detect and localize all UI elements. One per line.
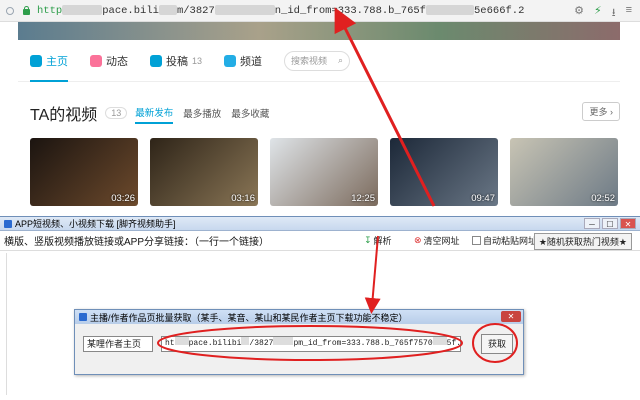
video-duration: 02:52 xyxy=(591,193,615,204)
download-icon[interactable]: ⭳ xyxy=(612,4,616,23)
parse-button[interactable]: ↧ 解析 xyxy=(364,234,392,247)
maximize-button[interactable]: ☐ xyxy=(602,218,618,229)
tab-most-favorited[interactable]: 最多收藏 xyxy=(231,102,269,124)
source-select[interactable]: 某哩作者主页 xyxy=(83,336,153,352)
upload-icon xyxy=(150,54,162,67)
dialog-titlebar[interactable]: 主播/作者作品页批量获取（某手、某音、某山和某民作者主页下载功能不稳定） xyxy=(75,310,523,324)
redacted-block xyxy=(432,337,447,345)
close-button[interactable]: ✕ xyxy=(620,218,636,229)
video-thumbnail[interactable]: 02:52 xyxy=(510,138,618,206)
videos-section-header: TA的视频 13 最新发布 最多播放 最多收藏 更多 › xyxy=(30,100,620,126)
browser-address-bar[interactable]: http pace.bili m/3827 n_id_from=333.788.b_7… xyxy=(0,0,640,22)
more-button[interactable]: 更多 › xyxy=(582,102,620,121)
video-duration: 09:47 xyxy=(471,193,495,204)
random-hot-video-button[interactable]: ★随机获取热门视频★ xyxy=(533,233,632,250)
clear-urls-button[interactable]: ⊗ 清空网址 xyxy=(414,234,460,247)
checkbox[interactable] xyxy=(472,236,481,245)
dialog-close-button[interactable]: ✕ xyxy=(501,311,521,322)
redacted-block xyxy=(214,4,275,15)
gear-icon[interactable]: ⚙ xyxy=(574,4,584,23)
redacted-block xyxy=(174,337,189,345)
minimize-button[interactable]: ─ xyxy=(584,218,600,229)
video-duration: 03:26 xyxy=(111,193,135,204)
fetch-button[interactable]: 获取 xyxy=(481,334,513,354)
window-title: APP短视频、小视频下载 [脚齐视频助手] xyxy=(15,219,176,229)
url-text[interactable]: http pace.bili m/3827 n_id_from=333.788.b_7… xyxy=(37,5,524,17)
video-duration: 03:16 xyxy=(231,193,255,204)
video-thumbnail[interactable]: 09:47 xyxy=(390,138,498,206)
tab-latest[interactable]: 最新发布 xyxy=(135,102,174,124)
video-count-badge: 13 xyxy=(105,107,128,119)
bolt-icon[interactable]: ⚡ xyxy=(594,4,602,23)
video-thumbnail[interactable]: 12:25 xyxy=(270,138,378,206)
author-url-input[interactable]: ht pace.bilibi/3827 pm_id_from=333.788.b_7… xyxy=(161,336,461,352)
tab-channel[interactable]: 频道 xyxy=(224,40,262,82)
search-icon[interactable]: ⌕ xyxy=(338,55,343,66)
video-thumbnail[interactable]: 03:16 xyxy=(150,138,258,206)
window-titlebar[interactable]: APP短视频、小视频下载 [脚齐视频助手] ─ ☐ ✕ xyxy=(0,217,640,231)
activity-icon xyxy=(90,54,102,67)
auto-paste-checkbox[interactable]: 自动粘贴网址 xyxy=(472,234,537,247)
channel-icon xyxy=(224,54,237,67)
redacted-block xyxy=(425,4,474,15)
lock-icon xyxy=(22,6,31,15)
parse-icon: ↧ xyxy=(364,235,372,245)
input-hint-label: 横版、竖版视频播放链接或APP分享链接：（一行一个链接） xyxy=(4,237,270,248)
app-icon xyxy=(4,219,12,228)
clear-icon: ⊗ xyxy=(414,235,422,245)
video-list: 03:26 03:16 12:25 09:47 02:52 xyxy=(30,138,620,206)
redacted-block xyxy=(158,4,177,15)
batch-fetch-dialog: 主播/作者作品页批量获取（某手、某音、某山和某民作者主页下载功能不稳定） ✕ 某… xyxy=(74,309,524,375)
redacted-block xyxy=(273,337,294,345)
menu-icon[interactable]: ≡ xyxy=(626,4,632,23)
video-thumbnail[interactable]: 03:26 xyxy=(30,138,138,206)
tab-most-played[interactable]: 最多播放 xyxy=(183,102,221,124)
dialog-title: 主播/作者作品页批量获取（某手、某音、某山和某民作者主页下载功能不稳定） xyxy=(90,312,408,323)
video-duration: 12:25 xyxy=(351,193,375,204)
info-icon xyxy=(6,6,14,15)
section-title: TA的视频 xyxy=(30,107,98,124)
tab-uploads[interactable]: 投稿 13 xyxy=(150,40,202,82)
home-icon xyxy=(30,54,42,67)
redacted-block xyxy=(62,4,103,15)
tab-home[interactable]: 主页 xyxy=(30,40,68,82)
space-banner xyxy=(18,22,620,40)
app-icon xyxy=(79,313,87,321)
search-input[interactable]: 搜索视频 ⌕ xyxy=(284,50,351,71)
toolbar: 横版、竖版视频播放链接或APP分享链接：（一行一个链接） ↧ 解析 ⊗ 清空网址… xyxy=(0,231,640,251)
tab-dynamic[interactable]: 动态 xyxy=(90,40,128,82)
space-navbar: 主页 动态 投稿 13 频道 搜索视频 ⌕ xyxy=(18,40,620,82)
